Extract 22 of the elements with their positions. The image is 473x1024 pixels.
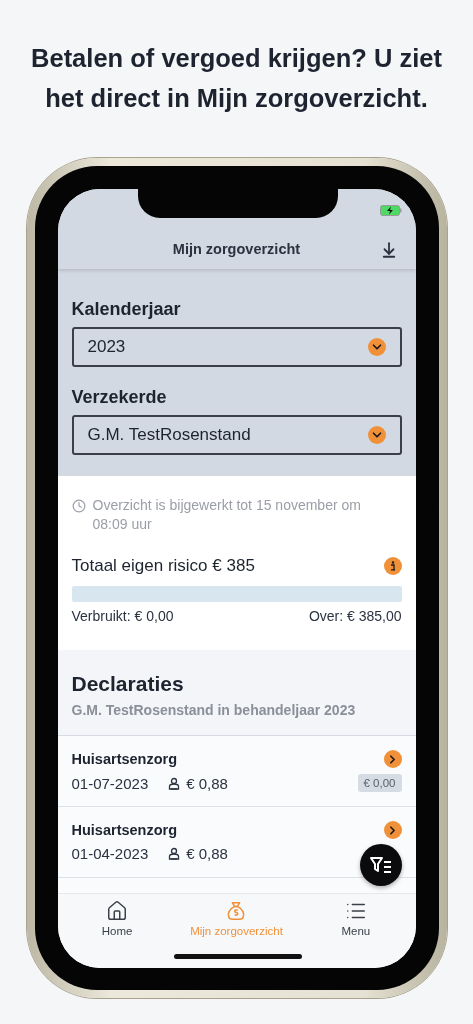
field-label: Verzekerde	[71, 387, 168, 408]
section-title: Declaraties	[71, 672, 185, 696]
claim-amount: € 0,88	[186, 774, 228, 792]
deductible-title: Totaal eigen risico € 385	[71, 556, 255, 576]
section-subtitle: G.M. TestRosenstand in behandeljaar 2023	[71, 702, 357, 718]
claim-row[interactable]: Huisartsenzorg 01-07-2023 € 0,88 € 0,00	[57, 736, 416, 807]
claim-date: 01-04-2023	[71, 845, 149, 862]
dropdown[interactable]: 2023	[71, 327, 402, 367]
tab[interactable]: Menu	[296, 900, 416, 944]
claim-name: Huisartsenzorg	[71, 822, 178, 838]
used-amount: Verbruikt: € 0,00	[71, 608, 174, 624]
claim-amount: € 0,88	[186, 845, 228, 862]
update-note: Overzicht is bijgewerkt tot 15 november om 08:09 uur	[92, 496, 362, 534]
claim-name: Huisartsenzorg	[71, 751, 178, 767]
remaining-amount: Over: € 385,00	[308, 608, 402, 624]
headline: Betalen of vergoed krijgen? U ziet het direct in Mijn zorgoverzicht.	[30, 43, 443, 114]
dropdown[interactable]: G.M. TestRosenstand	[71, 415, 402, 455]
reimbursement-amount: € 0,00	[357, 774, 402, 792]
field-label: Kalenderjaar	[71, 299, 182, 320]
claim-date: 01-07-2023	[71, 774, 149, 792]
tab[interactable]: Home	[57, 900, 177, 944]
screen-title: Mijn zorgoverzicht	[172, 241, 301, 257]
